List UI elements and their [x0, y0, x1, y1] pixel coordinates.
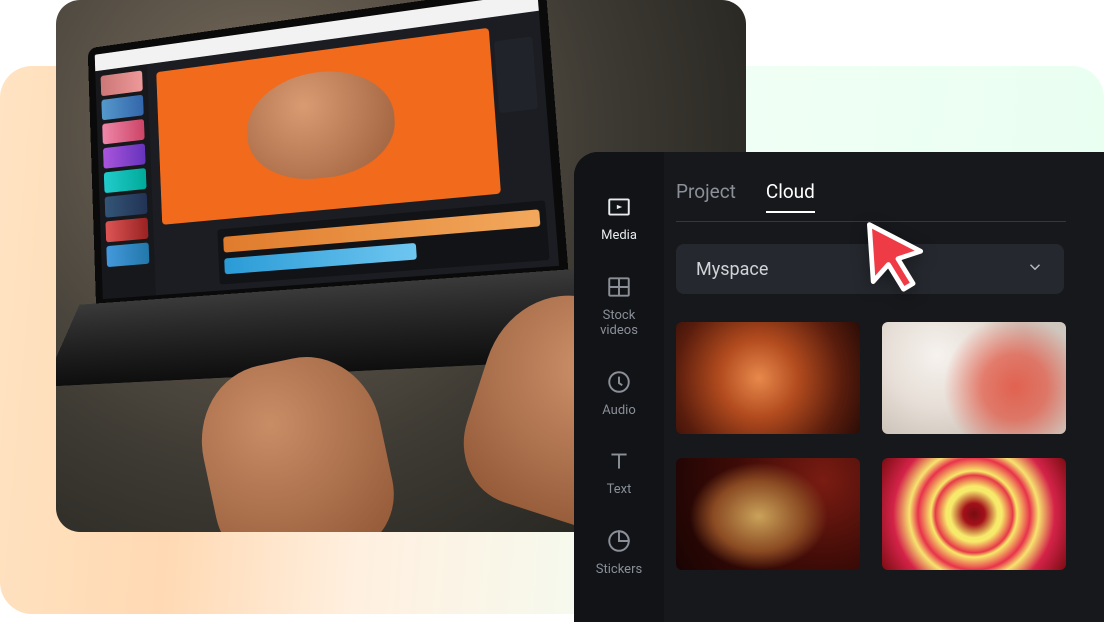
stock-videos-icon — [606, 274, 632, 300]
sidenav-label: Stickers — [596, 562, 642, 578]
cloud-thumbnail[interactable] — [676, 458, 860, 570]
stickers-icon — [606, 528, 632, 554]
audio-icon — [606, 369, 632, 395]
sidenav-label: Audio — [602, 403, 635, 419]
tab-project[interactable]: Project — [676, 180, 736, 213]
sidenav-item-stickers[interactable]: Stickers — [585, 528, 653, 578]
sidenav-item-stock-videos[interactable]: Stock videos — [585, 274, 653, 339]
media-tabs: Project Cloud — [664, 180, 1104, 221]
cloud-thumbnail[interactable] — [882, 322, 1066, 434]
tabs-underline — [676, 221, 1066, 222]
chevron-down-icon — [1026, 258, 1044, 281]
sidenav-item-media[interactable]: Media — [585, 194, 653, 244]
dropdown-selected-label: Myspace — [696, 259, 768, 280]
panel-main: Project Cloud Myspace — [664, 152, 1104, 622]
cloud-thumbnail[interactable] — [676, 322, 860, 434]
sidenav-item-audio[interactable]: Audio — [585, 369, 653, 419]
tab-cloud[interactable]: Cloud — [766, 180, 815, 213]
sidenav-label: Media — [601, 228, 637, 244]
sidenav-item-text[interactable]: Text — [585, 448, 653, 498]
sidenav-label: Text — [607, 482, 632, 498]
cloud-thumbnail[interactable] — [882, 458, 1066, 570]
cloud-space-dropdown[interactable]: Myspace — [676, 244, 1064, 294]
text-icon — [606, 448, 632, 474]
media-library-panel: Media Stock videos Audio Text Stickers — [574, 152, 1104, 622]
media-icon — [606, 194, 632, 220]
sidenav-label: Stock videos — [585, 308, 653, 339]
cloud-thumbnail-grid — [664, 322, 1104, 570]
editor-sidenav: Media Stock videos Audio Text Stickers — [574, 152, 664, 622]
